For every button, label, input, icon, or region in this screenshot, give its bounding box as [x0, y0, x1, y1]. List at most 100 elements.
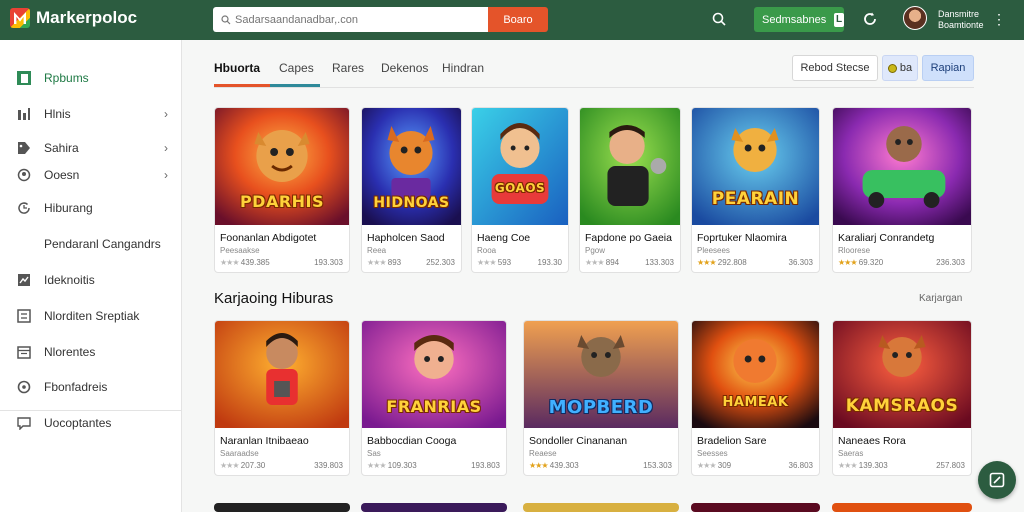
card-price: 193.30 [537, 258, 562, 267]
card-price: 193.803 [471, 461, 500, 470]
section-title: Karjaoing Hiburas [214, 290, 334, 307]
sidebar-item-6[interactable]: Ideknoitis [0, 268, 182, 292]
game-art-title: KAMSRAOS [845, 396, 959, 416]
game-thumbnail: PDARHIS [215, 108, 349, 225]
user-name[interactable]: Dansmitre Boamtionte [938, 9, 986, 31]
card-title: Haeng Coe [477, 232, 531, 244]
app-logo[interactable]: Markerpoloc [10, 8, 137, 28]
sidebar-item-label: Ideknoitis [44, 273, 95, 287]
card-price: 193.303 [314, 258, 343, 267]
sidebar-item-8[interactable]: Nlorentes [0, 340, 182, 364]
search-button[interactable]: Boaro [488, 7, 548, 32]
sidebar-item-7[interactable]: Nlorditen Sreptiak [0, 304, 182, 328]
star-rating-icon: ★★★ [367, 461, 386, 470]
sidebar-item-5[interactable]: Pendaranl Cangandrs [0, 232, 182, 256]
sidebar-item-3[interactable]: Ooesn › [0, 163, 182, 187]
game-card[interactable]: HAMEAK Bradelion Sare Seesses ★★★ 309 36… [691, 320, 820, 476]
sidebar-item-4[interactable]: Hiburang [0, 196, 182, 220]
sell-button[interactable]: Sedmsabnes L [754, 7, 844, 32]
game-card[interactable]: GOAOS Haeng Coe Rooa ★★★ 593 193.30 [471, 107, 569, 273]
rating-count: 893 [387, 258, 402, 267]
card-rating: ★★★ 439.303 [529, 461, 579, 470]
game-card[interactable]: Naranlan Itnibaeao Saaraadse ★★★ 207.30 … [214, 320, 350, 476]
card-title: Fapdone po Gaeia [585, 232, 672, 244]
search-icon[interactable] [712, 12, 726, 26]
card-subtitle: Reea [367, 246, 387, 255]
user-name-line1: Dansmitre [938, 9, 980, 19]
sidebar-item-label: Pendaranl Cangandrs [44, 237, 161, 251]
refresh-icon[interactable] [862, 11, 878, 27]
card-title: Foprtuker Nlaomira [697, 232, 787, 244]
edit-note-icon [989, 472, 1005, 488]
sidebar-item-label: Fbonfadreis [44, 380, 108, 394]
sidebar-item-10[interactable]: Uocoptantes [0, 411, 182, 435]
search-icon [221, 14, 231, 24]
chat-icon [17, 417, 31, 430]
calendar-icon [17, 346, 31, 359]
user-name-line2: Boamtionte [938, 20, 984, 30]
apply-button[interactable]: Rapian [922, 55, 974, 81]
game-card[interactable]: Fapdone po Gaeia Pgow ★★★ 894 133.303 [579, 107, 681, 273]
star-rating-icon: ★★★ [477, 258, 496, 267]
card-title: Bradelion Sare [697, 435, 767, 447]
card-price: 236.303 [936, 258, 965, 267]
game-thumbnail: HIDNOAS [362, 108, 461, 225]
star-rating-icon: ★★★ [585, 258, 604, 267]
game-card[interactable] [523, 503, 679, 512]
card-price: 36.803 [788, 461, 813, 470]
feedback-button[interactable] [978, 461, 1016, 499]
card-rating: ★★★ 109.303 [367, 461, 417, 470]
top-bar: Markerpoloc Boaro Sedmsabnes L Dansmitre… [0, 0, 1024, 40]
card-title: Foonanlan Abdigotet [220, 232, 317, 244]
avatar[interactable] [903, 6, 927, 30]
game-thumbnail [833, 108, 971, 225]
game-card[interactable] [361, 503, 507, 512]
sidebar-item-1[interactable]: Hlnis › [0, 102, 182, 126]
sidebar: Rpbums Hlnis › Sahira › Ooesn › Hiburang… [0, 40, 182, 512]
card-price: 133.303 [645, 258, 674, 267]
card-price: 36.303 [788, 258, 813, 267]
sidebar-item-label: Rpbums [44, 71, 89, 85]
star-rating-icon: ★★★ [529, 461, 548, 470]
sidebar-item-label: Nlorentes [44, 345, 96, 359]
card-subtitle: Sas [367, 449, 381, 458]
game-card[interactable] [832, 503, 972, 512]
sidebar-item-2[interactable]: Sahira › [0, 136, 182, 160]
game-card[interactable] [214, 503, 350, 512]
card-rating: ★★★ 439.385 [220, 258, 270, 267]
rating-count: 292.808 [717, 258, 747, 267]
chevron-right-icon: › [164, 141, 168, 155]
game-card[interactable] [691, 503, 820, 512]
game-art-title: PDARHIS [239, 192, 325, 211]
game-card[interactable]: Karaliarj Conrandetg Rloorese ★★★ 69.320… [832, 107, 972, 273]
game-card[interactable]: PEARAIN Foprtuker Nlaomira Pleesees ★★★ … [691, 107, 820, 273]
game-thumbnail [215, 321, 349, 428]
card-rating: ★★★ 292.808 [697, 258, 747, 267]
sidebar-item-label: Hiburang [44, 201, 93, 215]
search-input[interactable] [235, 13, 475, 26]
sell-button-label: Sedmsabnes [762, 13, 827, 26]
card-rating: ★★★ 139.303 [838, 461, 888, 470]
sidebar-item-label: Ooesn [44, 168, 80, 182]
game-card[interactable]: PDARHIS Foonanlan Abdigotet Peesaakse ★★… [214, 107, 350, 273]
game-card[interactable]: HIDNOAS Hapholcen Saod Reea ★★★ 893 252.… [361, 107, 462, 273]
card-title: Karaliarj Conrandetg [838, 232, 935, 244]
star-rating-icon: ★★★ [838, 258, 857, 267]
sidebar-item-label: Nlorditen Sreptiak [44, 309, 140, 323]
sidebar-item-9[interactable]: Fbonfadreis [0, 375, 182, 399]
marketplace-logo-icon [10, 8, 30, 28]
more-options-icon[interactable]: ⋮ [992, 12, 1006, 26]
card-price: 257.803 [936, 461, 965, 470]
card-subtitle: Rooa [477, 246, 497, 255]
game-card[interactable]: KAMSRAOS Naneaes Rora Saeras ★★★ 139.303… [832, 320, 972, 476]
filter-toggle[interactable]: ba [882, 55, 918, 81]
history-icon [18, 202, 30, 214]
sidebar-item-0[interactable]: Rpbums [0, 66, 182, 90]
game-card[interactable]: FRANRIAS Babbocdian Cooga Sas ★★★ 109.30… [361, 320, 507, 476]
game-card[interactable]: MOPBERD Sondoller Cinananan Reaese ★★★ 4… [523, 320, 679, 476]
star-rating-icon: ★★★ [697, 461, 716, 470]
see-all-link[interactable]: Karjargan [919, 293, 962, 304]
card-rating: ★★★ 309 [697, 461, 731, 470]
sort-dropdown[interactable]: Rebod Stecse [792, 55, 878, 81]
app-title: Markerpoloc [36, 8, 138, 27]
